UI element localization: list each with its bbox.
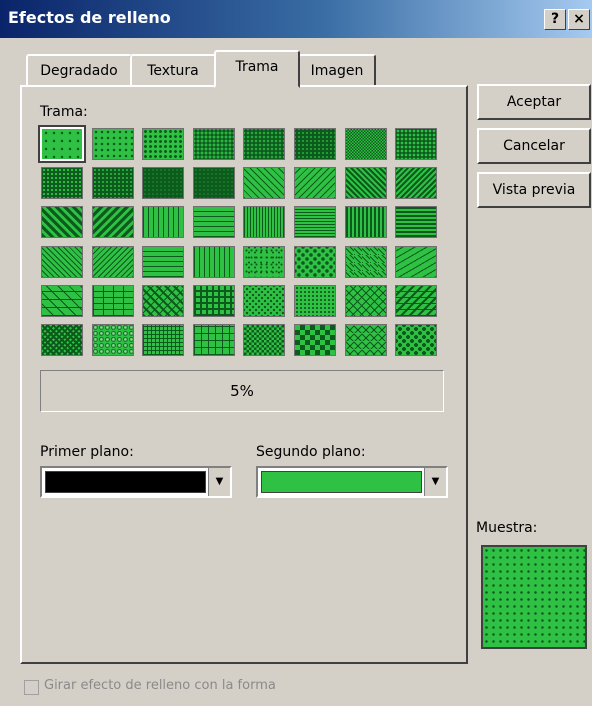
pattern-swatch-weave[interactable]: [142, 284, 185, 317]
background-color-select[interactable]: ▼: [256, 466, 448, 498]
pattern-swatch-70pct[interactable]: [41, 167, 83, 200]
pattern-swatch-dashed-horizontal[interactable]: [142, 245, 185, 278]
pattern-swatch-large-confetti[interactable]: [294, 245, 336, 278]
pattern-swatch-wide-upward-diagonal[interactable]: [91, 206, 134, 239]
pattern-swatch-30pct[interactable]: [243, 128, 286, 160]
pattern-swatch-dotted-diamond[interactable]: [344, 284, 387, 317]
pattern-swatch-zig-zag[interactable]: [344, 245, 387, 278]
pattern-swatch-small-checkerboard[interactable]: [243, 324, 286, 356]
pattern-swatch-light-upward-diagonal[interactable]: [294, 167, 336, 200]
background-label: Segundo plano:: [256, 444, 366, 460]
tab-trama[interactable]: Trama: [214, 50, 300, 88]
pattern-swatch-60pct[interactable]: [395, 128, 438, 160]
pattern-swatch-dotted-grid[interactable]: [294, 284, 336, 317]
tab-degradado[interactable]: Degradado: [26, 54, 132, 88]
chevron-down-icon[interactable]: ▼: [208, 468, 230, 496]
pattern-swatch-90pct[interactable]: [192, 167, 235, 200]
pattern-swatch-5pct[interactable]: [40, 127, 84, 161]
rotate-checkbox-label: Girar efecto de relleno con la forma: [44, 678, 276, 693]
pattern-swatch-20pct[interactable]: [142, 128, 185, 160]
pattern-swatch-shingle[interactable]: [395, 284, 438, 317]
foreground-color-swatch: [45, 471, 206, 493]
help-button[interactable]: ?: [544, 9, 566, 30]
pattern-swatch-25pct[interactable]: [192, 128, 235, 160]
window-title: Efectos de relleno: [8, 8, 171, 27]
pattern-swatch-horizontal-brick[interactable]: [91, 284, 134, 317]
pattern-swatch-dark-vertical[interactable]: [344, 206, 387, 239]
sample-preview: [481, 545, 587, 649]
chevron-down-icon[interactable]: ▼: [424, 468, 446, 496]
pattern-grid: [40, 126, 442, 362]
background-color-swatch: [261, 471, 422, 493]
pattern-swatch-plaid[interactable]: [192, 284, 235, 317]
cancel-button[interactable]: Cancelar: [477, 128, 591, 164]
pattern-swatch-narrow-horizontal[interactable]: [294, 206, 336, 239]
tab-imagen[interactable]: Imagen: [298, 54, 376, 88]
close-button[interactable]: ×: [568, 9, 590, 30]
pattern-swatch-light-downward-diagonal[interactable]: [243, 167, 286, 200]
pattern-swatch-75pct[interactable]: [91, 167, 134, 200]
pattern-swatch-80pct[interactable]: [142, 167, 185, 200]
foreground-label: Primer plano:: [40, 444, 134, 460]
pattern-swatch-narrow-vertical[interactable]: [243, 206, 286, 239]
pattern-swatch-wave[interactable]: [395, 245, 438, 278]
pattern-swatch-dashed-downward-diagonal[interactable]: [41, 245, 83, 278]
pattern-swatch-dashed-vertical[interactable]: [192, 245, 235, 278]
pattern-swatch-40pct[interactable]: [294, 128, 336, 160]
pattern-swatch-large-grid[interactable]: [192, 324, 235, 356]
preview-button[interactable]: Vista previa: [477, 172, 591, 208]
title-bar: Efectos de relleno ? ×: [0, 0, 592, 38]
pattern-swatch-light-horizontal[interactable]: [192, 206, 235, 239]
pattern-swatch-sphere[interactable]: [91, 324, 134, 356]
pattern-swatch-solid-diamond[interactable]: [395, 324, 438, 356]
pattern-swatch-dashed-upward-diagonal[interactable]: [91, 245, 134, 278]
trama-label: Trama:: [40, 104, 88, 120]
sample-label: Muestra:: [476, 520, 538, 536]
pattern-swatch-divot[interactable]: [243, 284, 286, 317]
pattern-swatch-50pct[interactable]: [344, 128, 387, 160]
pattern-swatch-small-grid[interactable]: [142, 324, 185, 356]
pattern-swatch-diagonal-brick[interactable]: [41, 284, 83, 317]
pattern-swatch-dark-upward-diagonal[interactable]: [395, 167, 438, 200]
rotate-checkbox[interactable]: [24, 680, 39, 695]
foreground-color-select[interactable]: ▼: [40, 466, 232, 498]
tab-textura[interactable]: Textura: [130, 54, 216, 88]
pattern-swatch-trellis[interactable]: [41, 324, 83, 356]
pattern-swatch-large-checkerboard[interactable]: [294, 324, 336, 356]
pattern-swatch-light-vertical[interactable]: [142, 206, 185, 239]
pattern-swatch-small-confetti[interactable]: [243, 245, 286, 278]
pattern-swatch-wide-downward-diagonal[interactable]: [41, 206, 83, 239]
pattern-swatch-outlined-diamond[interactable]: [344, 324, 387, 356]
pattern-swatch-10pct[interactable]: [91, 128, 134, 160]
accept-button[interactable]: Aceptar: [477, 84, 591, 120]
pattern-name-display: 5%: [40, 370, 444, 412]
pattern-swatch-dark-horizontal[interactable]: [395, 206, 438, 239]
pattern-swatch-dark-downward-diagonal[interactable]: [344, 167, 387, 200]
